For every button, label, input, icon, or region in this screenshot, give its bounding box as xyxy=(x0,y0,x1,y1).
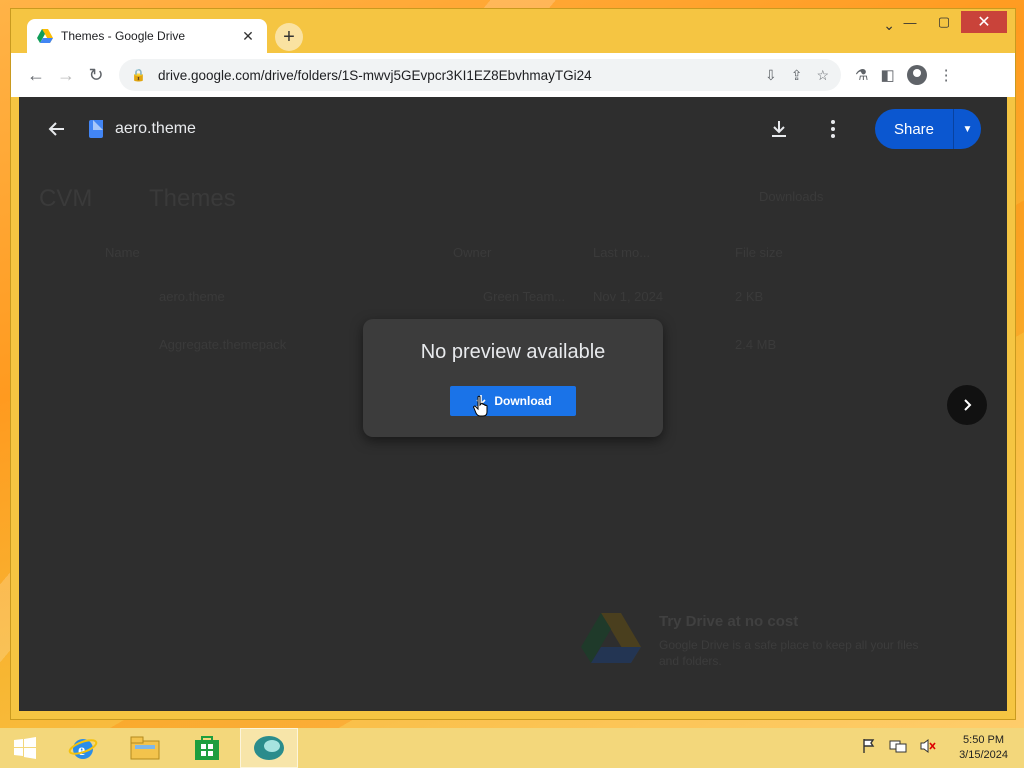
share-page-icon[interactable]: ⇪ xyxy=(791,67,803,84)
row-modified: Nov 1, 2024 xyxy=(593,289,664,304)
drive-page: CVM Themes Downloads Name Owner Last mo.… xyxy=(19,97,1007,711)
promo-title: Try Drive at no cost xyxy=(659,613,799,630)
store-icon[interactable] xyxy=(178,728,236,768)
row-owner: Green Team... xyxy=(483,289,566,304)
reload-icon[interactable]: ↻ xyxy=(81,60,111,90)
url-text[interactable]: drive.google.com/drive/folders/1S-mwvj5G… xyxy=(158,68,765,83)
drive-promo-logo-icon xyxy=(581,613,641,663)
share-dropdown-icon[interactable]: ▼ xyxy=(953,109,981,149)
action-center-flag-icon[interactable] xyxy=(861,738,877,759)
lock-icon[interactable]: 🔒 xyxy=(131,68,146,82)
extension-flask-icon[interactable]: ⚗ xyxy=(855,66,868,84)
network-icon[interactable] xyxy=(889,738,907,759)
close-preview-back-icon[interactable] xyxy=(39,111,75,147)
side-panel-icon[interactable]: ◧ xyxy=(880,66,894,84)
hand-cursor-icon xyxy=(473,395,488,417)
browser-taskbar-icon[interactable] xyxy=(240,728,298,768)
clock-time: 5:50 PM xyxy=(963,734,1005,746)
preview-file-name: aero.theme xyxy=(115,120,196,137)
minimize-button[interactable]: — xyxy=(893,11,927,33)
download-icon[interactable] xyxy=(767,117,791,141)
new-tab-button[interactable]: + xyxy=(275,23,303,51)
clock-date: 3/15/2024 xyxy=(959,749,1008,761)
row-size: 2.4 MB xyxy=(735,337,777,352)
column-owner: Owner xyxy=(453,245,492,260)
install-app-icon[interactable]: ⇩ xyxy=(765,67,777,84)
column-file-size: File size xyxy=(735,245,783,260)
no-preview-title: No preview available xyxy=(420,341,606,363)
promo-text: Google Drive is a safe place to keep all… xyxy=(659,638,919,668)
profile-avatar-icon[interactable] xyxy=(906,65,927,85)
row-size: 2 KB xyxy=(735,289,764,304)
internet-explorer-icon[interactable]: e xyxy=(54,728,112,768)
breadcrumb-current: Themes xyxy=(149,185,236,212)
window-close-button[interactable]: ✕ xyxy=(961,11,1007,33)
maximize-button[interactable]: ▢ xyxy=(927,11,961,33)
row-file-name: Aggregate.themepack xyxy=(159,337,287,352)
download-button[interactable]: Download xyxy=(450,386,576,416)
svg-text:e: e xyxy=(78,742,85,759)
google-drive-icon xyxy=(37,29,53,43)
next-file-button[interactable] xyxy=(947,385,987,425)
breadcrumb-parent: CVM xyxy=(39,185,93,212)
browser-toolbar: ← → ↻ 🔒 drive.google.com/drive/folders/1… xyxy=(11,53,1015,97)
browser-window: Themes - Google Drive ✕ + ⌄ — ▢ ✕ ← → ↻ … xyxy=(10,8,1016,720)
volume-muted-icon[interactable] xyxy=(919,738,937,759)
browser-menu-icon[interactable]: ⋮ xyxy=(939,66,954,84)
downloads-label: Downloads xyxy=(759,189,824,204)
taskbar-clock[interactable]: 5:50 PM 3/15/2024 xyxy=(959,733,1008,763)
forward-arrow-icon[interactable]: → xyxy=(51,60,81,90)
back-arrow-icon[interactable]: ← xyxy=(21,60,51,90)
bookmark-star-icon[interactable]: ☆ xyxy=(816,67,829,84)
file-explorer-icon[interactable] xyxy=(116,728,174,768)
tab-title: Themes - Google Drive xyxy=(61,29,186,43)
column-name: Name xyxy=(105,245,140,260)
browser-tab[interactable]: Themes - Google Drive ✕ xyxy=(27,19,267,53)
title-bar: Themes - Google Drive ✕ + ⌄ — ▢ ✕ xyxy=(11,9,1015,53)
download-button-label: Download xyxy=(494,394,552,408)
windows-start-icon[interactable] xyxy=(0,728,50,768)
column-last-modified: Last mo... xyxy=(593,245,651,260)
address-bar[interactable]: 🔒 drive.google.com/drive/folders/1S-mwvj… xyxy=(119,59,841,91)
taskbar: e 5:50 PM 3/15/2024 xyxy=(0,728,1024,768)
more-options-icon[interactable] xyxy=(821,117,845,141)
row-file-name: aero.theme xyxy=(159,289,225,304)
tab-close-icon[interactable]: ✕ xyxy=(239,28,257,45)
system-tray: 5:50 PM 3/15/2024 xyxy=(861,728,1008,768)
preview-header: aero.theme Share ▼ xyxy=(19,97,1007,161)
share-label: Share xyxy=(893,120,935,138)
chevron-right-icon xyxy=(964,399,972,411)
document-icon xyxy=(89,120,103,138)
share-button[interactable]: Share ▼ xyxy=(875,109,981,149)
no-preview-dialog: No preview available Download xyxy=(363,319,663,437)
